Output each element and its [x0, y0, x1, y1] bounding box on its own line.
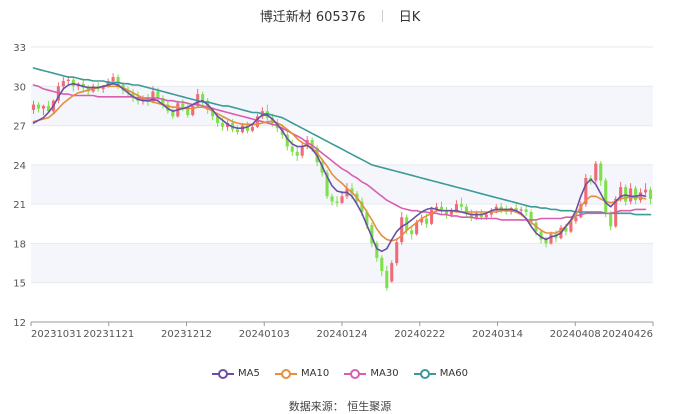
candle-up — [639, 192, 643, 201]
candle-up — [191, 105, 195, 116]
candle-up — [454, 204, 458, 211]
candle-down — [609, 213, 613, 227]
ma5-legend-icon — [211, 368, 234, 379]
candle-down — [604, 180, 608, 214]
legend-ma60-label: MA60 — [439, 368, 468, 379]
x-tick-label: 20231031 — [31, 329, 82, 340]
candle-up — [390, 263, 394, 282]
x-tick-label: 20240426 — [602, 329, 653, 340]
y-tick-label: 30 — [13, 82, 26, 93]
y-tick-label: 33 — [13, 43, 26, 54]
candle-down — [425, 218, 429, 224]
data-source: 数据来源： 恒生聚源 — [288, 400, 392, 413]
candle-up — [61, 81, 65, 87]
ma10-legend-icon — [275, 368, 298, 379]
candle-up — [484, 214, 488, 218]
candle-down — [634, 188, 638, 201]
candle-down — [330, 196, 334, 202]
x-tick-label: 20240408 — [550, 329, 601, 340]
candle-down — [385, 270, 389, 288]
chart-bands — [31, 86, 653, 283]
candle-up — [574, 217, 578, 222]
candle-down — [36, 104, 41, 109]
legend-ma10-label: MA10 — [301, 368, 330, 379]
y-axis: 33 30 27 24 21 18 15 12 — [13, 43, 26, 329]
candle-down — [335, 201, 339, 203]
legend-ma5[interactable]: MA5 — [211, 368, 260, 379]
x-tick-label: 20240103 — [239, 329, 290, 340]
candle-up — [300, 146, 304, 156]
ma30-legend-icon — [344, 368, 367, 379]
candle-down — [156, 91, 160, 99]
legend-ma30[interactable]: MA30 — [344, 368, 399, 379]
legend-ma30-label: MA30 — [370, 368, 399, 379]
candle-up — [66, 79, 70, 82]
y-tick-label: 21 — [13, 200, 26, 211]
candle-up — [594, 163, 598, 181]
legend-ma60[interactable]: MA60 — [413, 368, 468, 379]
y-tick-label: 15 — [13, 279, 26, 290]
candle-down — [599, 163, 603, 181]
candle-up — [41, 105, 45, 109]
candle-up — [629, 188, 633, 202]
candle-up — [340, 196, 344, 203]
x-tick-label: 20240124 — [317, 329, 368, 340]
candle-up — [250, 126, 254, 131]
candle-up — [111, 77, 115, 82]
candle-up — [400, 217, 404, 243]
kline-chart: 33 30 27 24 21 18 15 12 20231031 20231121 2023121… — [13, 43, 654, 340]
candle-down — [201, 94, 205, 101]
legend-ma10[interactable]: MA10 — [275, 368, 329, 379]
candle-down — [459, 204, 463, 207]
candle-down — [380, 257, 384, 271]
x-tick-label: 20240222 — [394, 329, 445, 340]
candle-down — [221, 122, 225, 127]
x-axis: 20231031 20231121 20231212 20240103 20240124… — [30, 321, 654, 340]
legend-ma5-label: MA5 — [237, 368, 260, 379]
candle-down — [235, 129, 240, 133]
candle-down — [524, 209, 528, 212]
y-tick-label: 27 — [13, 122, 26, 133]
candle-up — [31, 104, 36, 110]
candle-up — [395, 242, 399, 264]
candle-down — [648, 189, 653, 199]
y-tick-label: 18 — [13, 239, 26, 250]
candle-up — [643, 189, 648, 193]
candle-down — [181, 103, 185, 108]
candle-down — [290, 146, 294, 152]
candle-up — [430, 209, 434, 224]
candle-up — [549, 234, 553, 244]
x-tick-label: 20240314 — [472, 329, 523, 340]
candle-down — [116, 77, 120, 85]
ma60-legend-icon — [413, 368, 436, 379]
grid-band — [31, 86, 653, 126]
candle-down — [410, 230, 414, 235]
grid-band — [31, 243, 653, 283]
candle-up — [519, 209, 523, 211]
y-tick-label: 12 — [13, 318, 26, 329]
x-tick-label: 20231121 — [83, 329, 134, 340]
x-tick-label: 20231212 — [161, 329, 212, 340]
candle-down — [295, 151, 299, 156]
y-tick-label: 24 — [13, 161, 26, 172]
legend: MA5 MA10 MA30 MA60 — [0, 368, 680, 382]
